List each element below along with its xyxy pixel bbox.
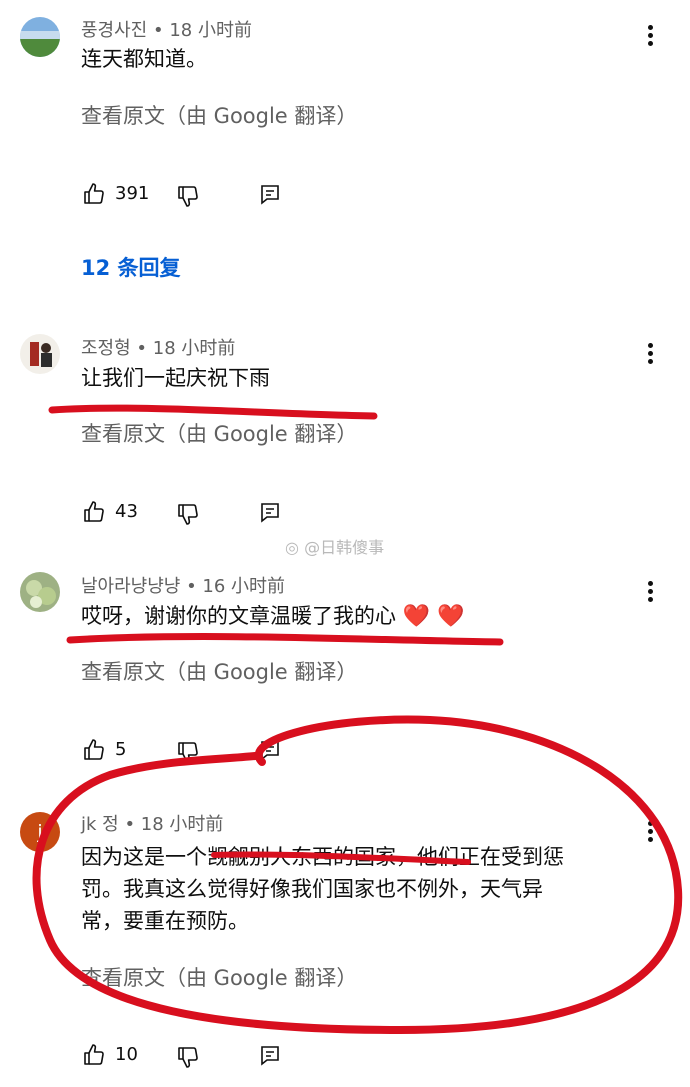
weibo-icon: ◎ xyxy=(285,538,299,557)
like-icon[interactable] xyxy=(82,182,106,206)
comment-author[interactable]: 조정형 xyxy=(81,338,131,359)
comment-text-line: 因为这是一个觊觎别人东西的国家，他们正在受到惩 xyxy=(81,845,564,869)
heart-emoji: ❤️ ❤️ xyxy=(402,604,465,629)
comment-text-line: 常，要重在预防。 xyxy=(81,909,249,933)
like-count: 391 xyxy=(115,183,150,204)
more-options-icon[interactable] xyxy=(638,578,662,608)
replies-toggle[interactable]: 12 条回复 xyxy=(81,252,181,282)
see-original-link[interactable]: 查看原文（由 Google 翻译） xyxy=(81,962,357,992)
dislike-icon[interactable] xyxy=(176,502,200,526)
like-icon[interactable] xyxy=(82,500,106,524)
see-original-link[interactable]: 查看原文（由 Google 翻译） xyxy=(81,656,357,686)
comment-author[interactable]: 풍경사진 xyxy=(81,20,147,41)
more-options-icon[interactable] xyxy=(638,22,662,52)
avatar-letter: j xyxy=(37,821,43,843)
avatar[interactable] xyxy=(20,334,60,374)
comment-time: • 18 小时前 xyxy=(136,338,236,359)
more-options-icon[interactable] xyxy=(638,340,662,370)
comment-text: 哎呀，谢谢你的文章温暖了我的心 xyxy=(81,604,396,628)
reply-icon[interactable] xyxy=(259,1044,281,1066)
comment-author[interactable]: 날아라냥냥냥 xyxy=(81,576,180,597)
comment-text-line: 罚。我真这么觉得好像我们国家也不例外，天气异 xyxy=(81,877,543,901)
reply-icon[interactable] xyxy=(259,501,281,523)
comment-text: 让我们一起庆祝下雨 xyxy=(81,366,270,390)
watermark-text: @日韩傻事 xyxy=(304,538,385,557)
more-options-icon[interactable] xyxy=(638,818,662,848)
comment-time: • 18 小时前 xyxy=(152,20,252,41)
underline-annotation xyxy=(48,404,378,420)
like-count: 10 xyxy=(115,1044,138,1065)
dislike-icon[interactable] xyxy=(176,184,200,208)
dislike-icon[interactable] xyxy=(176,740,200,764)
underline-annotation xyxy=(66,633,504,646)
comment-text: 连天都知道。 xyxy=(81,47,207,71)
dislike-icon[interactable] xyxy=(176,1045,200,1069)
avatar[interactable]: j xyxy=(20,812,60,852)
avatar[interactable] xyxy=(20,572,60,612)
comment-time: • 18 小时前 xyxy=(124,814,224,835)
comment-time: • 16 小时前 xyxy=(186,576,286,597)
reply-icon[interactable] xyxy=(259,739,281,761)
see-original-link[interactable]: 查看原文（由 Google 翻译） xyxy=(81,100,357,130)
like-count: 5 xyxy=(115,739,127,760)
see-original-link[interactable]: 查看原文（由 Google 翻译） xyxy=(81,418,357,448)
like-icon[interactable] xyxy=(82,738,106,762)
reply-icon[interactable] xyxy=(259,183,281,205)
like-count: 43 xyxy=(115,501,138,522)
avatar[interactable] xyxy=(20,17,60,57)
like-icon[interactable] xyxy=(82,1043,106,1067)
comment-author[interactable]: jk 정 xyxy=(81,814,119,835)
